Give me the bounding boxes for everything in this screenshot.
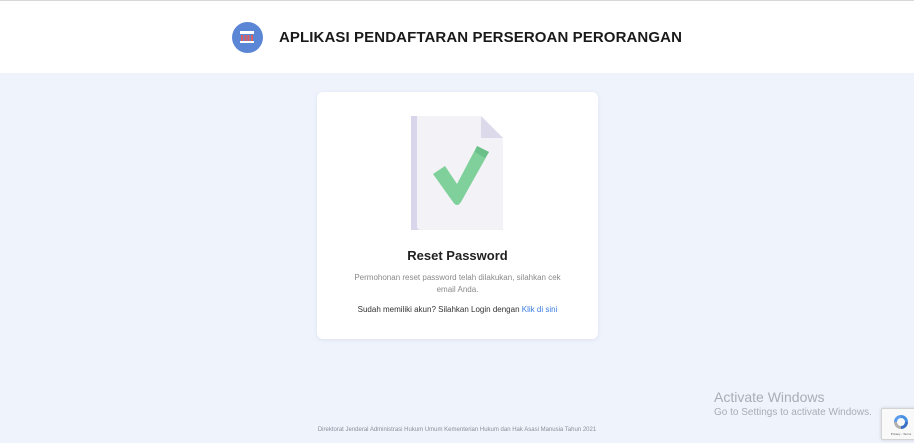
footer-text: Direktorat Jenderal Administrasi Hukum U… bbox=[317, 427, 597, 433]
header-brand: APLIKASI PENDAFTARAN PERSEROAN PERORANGA… bbox=[231, 21, 682, 53]
card-message: Permohonan reset password telah dilakuka… bbox=[354, 273, 561, 294]
windows-activation-watermark: Activate Windows Go to Settings to activ… bbox=[714, 388, 872, 420]
watermark-subtitle: Go to Settings to activate Windows. bbox=[714, 407, 872, 418]
watermark-title: Activate Windows bbox=[714, 389, 825, 405]
recaptcha-badge[interactable]: Privacy - Terms bbox=[881, 408, 914, 440]
app-header: APLIKASI PENDAFTARAN PERSEROAN PERORANGA… bbox=[0, 0, 914, 73]
card-title: Reset Password bbox=[407, 248, 508, 263]
government-building-icon bbox=[231, 21, 263, 53]
app-title: APLIKASI PENDAFTARAN PERSEROAN PERORANGA… bbox=[278, 28, 682, 46]
login-link[interactable]: Klik di sini bbox=[522, 305, 558, 314]
reset-password-card: Reset Password Permohonan reset password… bbox=[317, 92, 598, 339]
document-check-icon bbox=[411, 116, 503, 230]
login-prompt-text: Sudah memiliki akun? Silahkan Login deng… bbox=[357, 305, 520, 314]
login-prompt-line: Sudah memiliki akun? Silahkan Login deng… bbox=[317, 305, 598, 314]
